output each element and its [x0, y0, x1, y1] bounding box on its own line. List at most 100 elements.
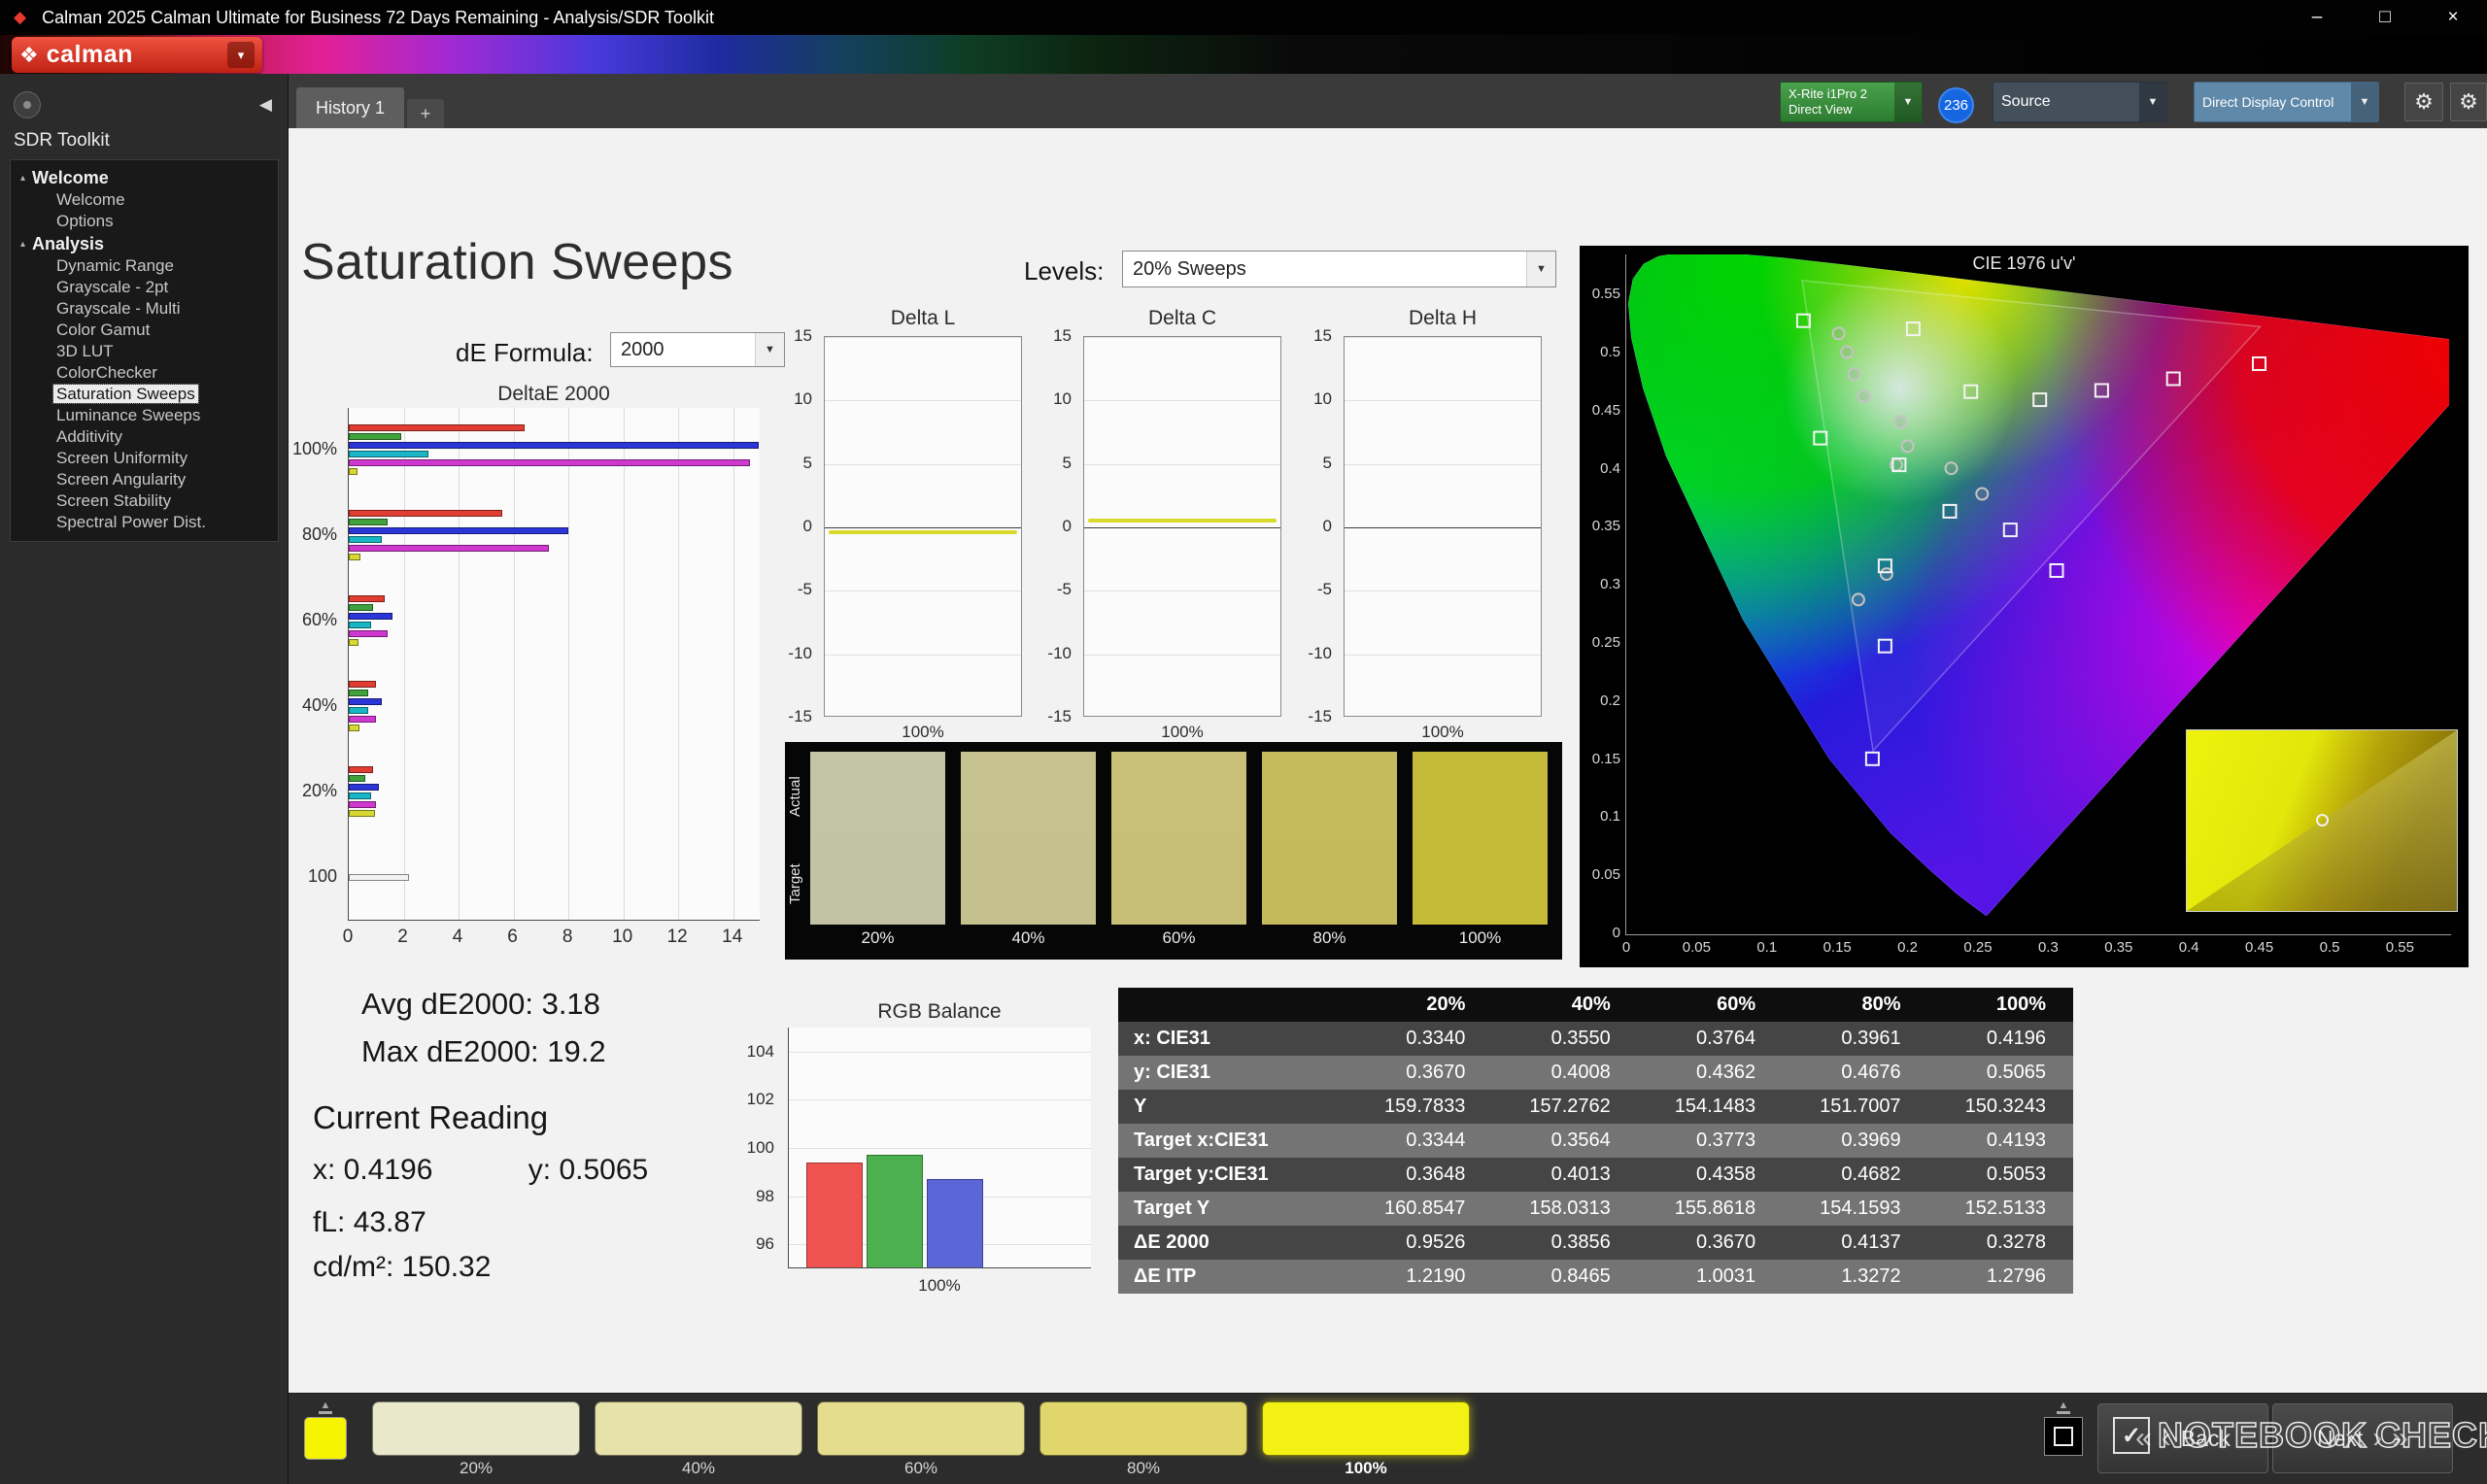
source-select[interactable]: Source ▼: [1993, 82, 2167, 122]
table-cell: 0.4137: [1783, 1226, 1928, 1260]
swatch-label: 60%: [903, 1459, 938, 1477]
deltae-bar-magenta: [349, 716, 377, 723]
sidebar-item-label: Screen Angularity: [56, 470, 187, 489]
deltae-bar-cyan: [349, 793, 371, 799]
pattern-window-button[interactable]: ▲: [2038, 1398, 2089, 1481]
axis-tick-label: 104: [746, 1041, 774, 1061]
pattern-preview-control[interactable]: ▲: [298, 1398, 353, 1481]
table-cell: 0.3969: [1783, 1124, 1928, 1158]
table-row: Target x:CIE31 0.3344 0.3564 0.3773 0.3969 0.…: [1118, 1124, 2073, 1158]
delta-sweep-line: [829, 529, 1017, 534]
sidebar: ◀ SDR Toolkit ▴ Welcome Welcome Options ▴ Ana…: [0, 74, 289, 1484]
sidebar-item-color-gamut[interactable]: Color Gamut: [11, 320, 278, 341]
sidebar-item-spectral-power-dist[interactable]: Spectral Power Dist.: [11, 512, 278, 533]
sidebar-item-screen-stability[interactable]: Screen Stability: [11, 490, 278, 512]
chevron-down-icon: ▼: [2351, 83, 2378, 121]
collapse-sidebar-icon[interactable]: ◀: [259, 95, 272, 115]
axis-tick-label: 0.35: [2104, 939, 2133, 956]
inset-marker-icon: [2316, 814, 2329, 826]
axis-tick-label: 4: [452, 927, 463, 947]
sidebar-item-saturation-sweeps[interactable]: Saturation Sweeps: [11, 384, 278, 405]
axis-tick-label: 0.5: [2319, 939, 2340, 956]
deltae-bar-yellow: [349, 810, 375, 817]
add-tab-button[interactable]: +: [407, 99, 444, 128]
table-cell: 150.3243: [1927, 1090, 2073, 1124]
workflow-nav-tree: ▴ Welcome Welcome Options ▴ Analysis Dynamic R…: [10, 159, 279, 542]
calman-app-window: ◆ Calman 2025 Calman Ultimate for Busine…: [0, 0, 2487, 1484]
axis-tick-label: 15: [1053, 326, 1072, 345]
sidebar-item-colorchecker[interactable]: ColorChecker: [11, 362, 278, 384]
sidebar-item-grayscale-2pt[interactable]: Grayscale - 2pt: [11, 277, 278, 298]
delta-h-y-axis: 15 10 5 0 -5 -10 -15: [1297, 326, 1340, 725]
gridline: [459, 408, 460, 920]
pattern-swatch-80[interactable]: 80%: [1036, 1398, 1251, 1481]
axis-tick-label: 14: [722, 927, 743, 947]
table-cell: 0.3564: [1492, 1124, 1638, 1158]
sidebar-item-dynamic-range[interactable]: Dynamic Range: [11, 255, 278, 277]
axis-tick-label: 0: [1612, 925, 1620, 941]
levels-dropdown[interactable]: 20% Sweeps ▼: [1122, 251, 1556, 287]
axis-tick-label: 40%: [301, 695, 337, 715]
sidebar-item-luminance-sweeps[interactable]: Luminance Sweeps: [11, 405, 278, 426]
meter-select[interactable]: X-Rite i1Pro 2 Direct View ▼: [1780, 82, 1923, 122]
pattern-swatch-100[interactable]: 100%: [1258, 1398, 1474, 1481]
cie-diagram-panel: CIE 1976 u'v' 0 0.05 0.1 0.15 0.2 0.25 0…: [1580, 246, 2469, 967]
pattern-swatch-60[interactable]: 60%: [813, 1398, 1029, 1481]
swatch-color: [1262, 1401, 1470, 1456]
saturation-swatch-panel: Actual Target 20% 40% 60% 80% 100%: [785, 742, 1562, 960]
table-cell: 151.7007: [1783, 1090, 1928, 1124]
table-cell: 0.4358: [1637, 1158, 1784, 1192]
maximize-button[interactable]: □: [2351, 0, 2419, 35]
eject-triangle-icon: ▲: [320, 1400, 331, 1411]
pattern-swatch-20[interactable]: 20%: [368, 1398, 584, 1481]
settings-gear-icon[interactable]: ⚙: [2404, 83, 2443, 121]
back-button[interactable]: « ‹ Back: [2097, 1403, 2268, 1473]
deltae-bar-red: [349, 681, 377, 688]
axis-tick-label: 80%: [301, 524, 337, 544]
secondary-settings-icon[interactable]: ⚙: [2450, 83, 2487, 121]
delta-h-x-label: 100%: [1421, 723, 1464, 741]
close-button[interactable]: ×: [2419, 0, 2487, 35]
tab-history-1[interactable]: History 1: [296, 87, 405, 128]
sidebar-item-screen-angularity[interactable]: Screen Angularity: [11, 469, 278, 490]
sidebar-section-analysis[interactable]: ▴ Analysis: [11, 232, 278, 255]
axis-tick-label: 15: [794, 326, 812, 345]
sidebar-item-options[interactable]: Options: [11, 211, 278, 232]
session-indicator-icon[interactable]: [14, 91, 41, 118]
axis-tick-label: 5: [802, 453, 812, 472]
calman-logo-button[interactable]: ❖ calman ▾: [12, 37, 262, 73]
rgb-y-axis: 104 102 100 98 96: [737, 1028, 782, 1268]
table-row: ΔE ITP 1.2190 0.8465 1.0031 1.3272 1.2796: [1118, 1260, 2073, 1294]
chevron-left-icon: «: [2135, 1422, 2152, 1454]
gridline: [678, 408, 679, 920]
next-button[interactable]: Next › »: [2272, 1403, 2453, 1473]
sidebar-section-welcome[interactable]: ▴ Welcome: [11, 166, 278, 189]
delta-c-x-label: 100%: [1161, 723, 1204, 741]
sidebar-item-3d-lut[interactable]: 3D LUT: [11, 341, 278, 362]
deltae-bar-cyan: [349, 622, 371, 628]
sidebar-item-screen-uniformity[interactable]: Screen Uniformity: [11, 448, 278, 469]
measurement-marker: [1975, 487, 1990, 501]
table-cell: 0.3764: [1637, 1022, 1784, 1056]
table-cell: 159.7833: [1347, 1090, 1493, 1124]
deltae-bar-blue: [349, 527, 569, 534]
table-cell: 0.3961: [1783, 1022, 1928, 1056]
sidebar-item-additivity[interactable]: Additivity: [11, 426, 278, 448]
sidebar-item-grayscale-multi[interactable]: Grayscale - Multi: [11, 298, 278, 320]
de-formula-dropdown[interactable]: 2000 ▼: [610, 332, 785, 367]
axis-tick-label: -10: [1047, 643, 1072, 662]
table-cell: 154.1593: [1783, 1192, 1928, 1226]
minimize-button[interactable]: –: [2283, 0, 2351, 35]
table-row: y: CIE31 0.3670 0.4008 0.4362 0.4676 0.5065: [1118, 1056, 2073, 1090]
axis-tick-label: 60%: [301, 610, 337, 629]
swatch-color: [1039, 1401, 1247, 1456]
deltae-bar-magenta: [349, 630, 388, 637]
titlebar: ◆ Calman 2025 Calman Ultimate for Busine…: [0, 0, 2487, 35]
sidebar-item-welcome[interactable]: Welcome: [11, 189, 278, 211]
gridline: [1345, 400, 1541, 401]
deltae-bar-cyan: [349, 536, 382, 543]
tree-expand-icon: ▴: [20, 172, 26, 184]
pattern-swatch-40[interactable]: 40%: [591, 1398, 806, 1481]
display-control-select[interactable]: Direct Display Control ▼: [2194, 82, 2379, 122]
meter-count-badge[interactable]: 236: [1938, 87, 1974, 123]
